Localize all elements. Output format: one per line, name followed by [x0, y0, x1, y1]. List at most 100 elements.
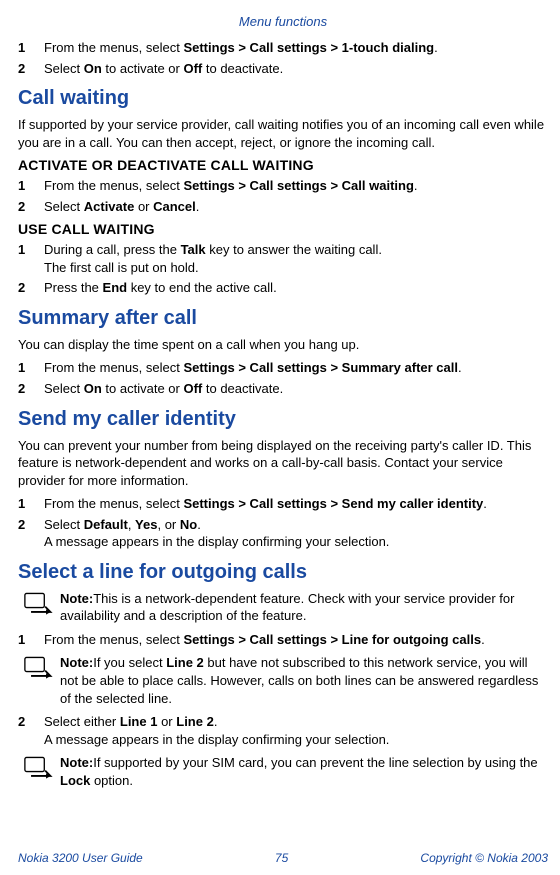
menu-path: Settings > Call settings > 1-touch diali…: [183, 40, 434, 55]
step-row: 1 During a call, press the Talk key to a…: [18, 241, 548, 276]
step-text: From the menus, select Settings > Call s…: [44, 359, 548, 377]
step-row: 1 From the menus, select Settings > Call…: [18, 39, 548, 57]
option: Off: [183, 61, 202, 76]
text: key to end the active call.: [127, 280, 277, 295]
paragraph: You can display the time spent on a call…: [18, 336, 548, 354]
step-text: During a call, press the Talk key to ans…: [44, 241, 548, 276]
step-row: 1 From the menus, select Settings > Call…: [18, 177, 548, 195]
step-text: Select On to activate or Off to deactiva…: [44, 380, 548, 398]
text: , or: [157, 517, 179, 532]
note-block: Note:If supported by your SIM card, you …: [18, 754, 548, 789]
paragraph: You can prevent your number from being d…: [18, 437, 548, 490]
section-summary-after-call: Summary after call: [18, 307, 548, 330]
step-number: 1: [18, 359, 44, 377]
step-row: 2 Select On to activate or Off to deacti…: [18, 60, 548, 78]
text: to deactivate.: [202, 61, 283, 76]
step-number: 2: [18, 380, 44, 398]
text: This is a network-dependent feature. Che…: [60, 591, 514, 624]
section-send-caller-id: Send my caller identity: [18, 408, 548, 431]
option: Off: [183, 381, 202, 396]
step-text: From the menus, select Settings > Call s…: [44, 39, 548, 57]
step-extra: The first call is put on hold.: [44, 260, 199, 275]
text: .: [434, 40, 438, 55]
section-select-line: Select a line for outgoing calls: [18, 561, 548, 584]
option: Activate: [84, 199, 135, 214]
note-label: Note:: [60, 591, 93, 606]
text: From the menus, select: [44, 496, 183, 511]
footer-left: Nokia 3200 User Guide: [18, 851, 143, 865]
option: On: [84, 381, 102, 396]
text: If supported by your SIM card, you can p…: [93, 755, 537, 770]
text: .: [414, 178, 418, 193]
text: or: [134, 199, 153, 214]
step-text: From the menus, select Settings > Call s…: [44, 631, 548, 649]
step-number: 1: [18, 241, 44, 276]
text: .: [196, 199, 200, 214]
step-number: 1: [18, 177, 44, 195]
subheading-activate: ACTIVATE OR DEACTIVATE CALL WAITING: [18, 157, 548, 173]
text: or: [157, 714, 176, 729]
text: ,: [128, 517, 135, 532]
step-row: 1 From the menus, select Settings > Call…: [18, 495, 548, 513]
step-number: 2: [18, 279, 44, 297]
option: No: [180, 517, 197, 532]
step-number: 2: [18, 516, 44, 551]
text: option.: [90, 773, 133, 788]
paragraph: If supported by your service provider, c…: [18, 116, 548, 151]
step-text: Select either Line 1 or Line 2. A messag…: [44, 713, 548, 748]
key-name: End: [103, 280, 128, 295]
step-extra: A message appears in the display confirm…: [44, 534, 389, 549]
menu-path: Settings > Call settings > Line for outg…: [183, 632, 481, 647]
step-text: Select Activate or Cancel.: [44, 198, 548, 216]
text: During a call, press the: [44, 242, 181, 257]
text: .: [483, 496, 487, 511]
text: key to answer the waiting call.: [206, 242, 382, 257]
step-row: 1 From the menus, select Settings > Call…: [18, 631, 548, 649]
text: .: [481, 632, 485, 647]
text: .: [214, 714, 218, 729]
footer-right: Copyright © Nokia 2003: [420, 851, 548, 865]
option: Default: [84, 517, 128, 532]
menu-path: Settings > Call settings > Summary after…: [183, 360, 458, 375]
step-number: 2: [18, 713, 44, 748]
option: Lock: [60, 773, 90, 788]
step-number: 2: [18, 60, 44, 78]
note-icon: [18, 590, 60, 625]
text: .: [197, 517, 201, 532]
step-row: 2 Press the End key to end the active ca…: [18, 279, 548, 297]
step-text: From the menus, select Settings > Call s…: [44, 177, 548, 195]
step-number: 1: [18, 39, 44, 57]
step-text: From the menus, select Settings > Call s…: [44, 495, 548, 513]
text: Select either: [44, 714, 120, 729]
step-row: 2 Select Activate or Cancel.: [18, 198, 548, 216]
step-text: Select Default, Yes, or No. A message ap…: [44, 516, 548, 551]
page-header: Menu functions: [18, 14, 548, 29]
step-row: 2 Select On to activate or Off to deacti…: [18, 380, 548, 398]
note-text: Note:If supported by your SIM card, you …: [60, 754, 548, 789]
note-label: Note:: [60, 755, 93, 770]
text: to deactivate.: [202, 381, 283, 396]
text: From the menus, select: [44, 632, 183, 647]
step-number: 1: [18, 495, 44, 513]
note-block: Note:If you select Line 2 but have not s…: [18, 654, 548, 707]
text: .: [458, 360, 462, 375]
step-row: 2 Select either Line 1 or Line 2. A mess…: [18, 713, 548, 748]
text: From the menus, select: [44, 360, 183, 375]
section-call-waiting: Call waiting: [18, 87, 548, 110]
option: On: [84, 61, 102, 76]
text: Select: [44, 517, 84, 532]
text: to activate or: [102, 381, 184, 396]
subheading-use: USE CALL WAITING: [18, 221, 548, 237]
text: to activate or: [102, 61, 184, 76]
step-text: Select On to activate or Off to deactiva…: [44, 60, 548, 78]
option: Cancel: [153, 199, 196, 214]
step-row: 2 Select Default, Yes, or No. A message …: [18, 516, 548, 551]
note-block: Note:This is a network-dependent feature…: [18, 590, 548, 625]
key-name: Talk: [181, 242, 206, 257]
text: Select: [44, 199, 84, 214]
text: From the menus, select: [44, 40, 183, 55]
page-footer: Nokia 3200 User Guide 75 Copyright © Nok…: [18, 851, 548, 865]
note-label: Note:: [60, 655, 93, 670]
text: Press the: [44, 280, 103, 295]
note-text: Note:If you select Line 2 but have not s…: [60, 654, 548, 707]
